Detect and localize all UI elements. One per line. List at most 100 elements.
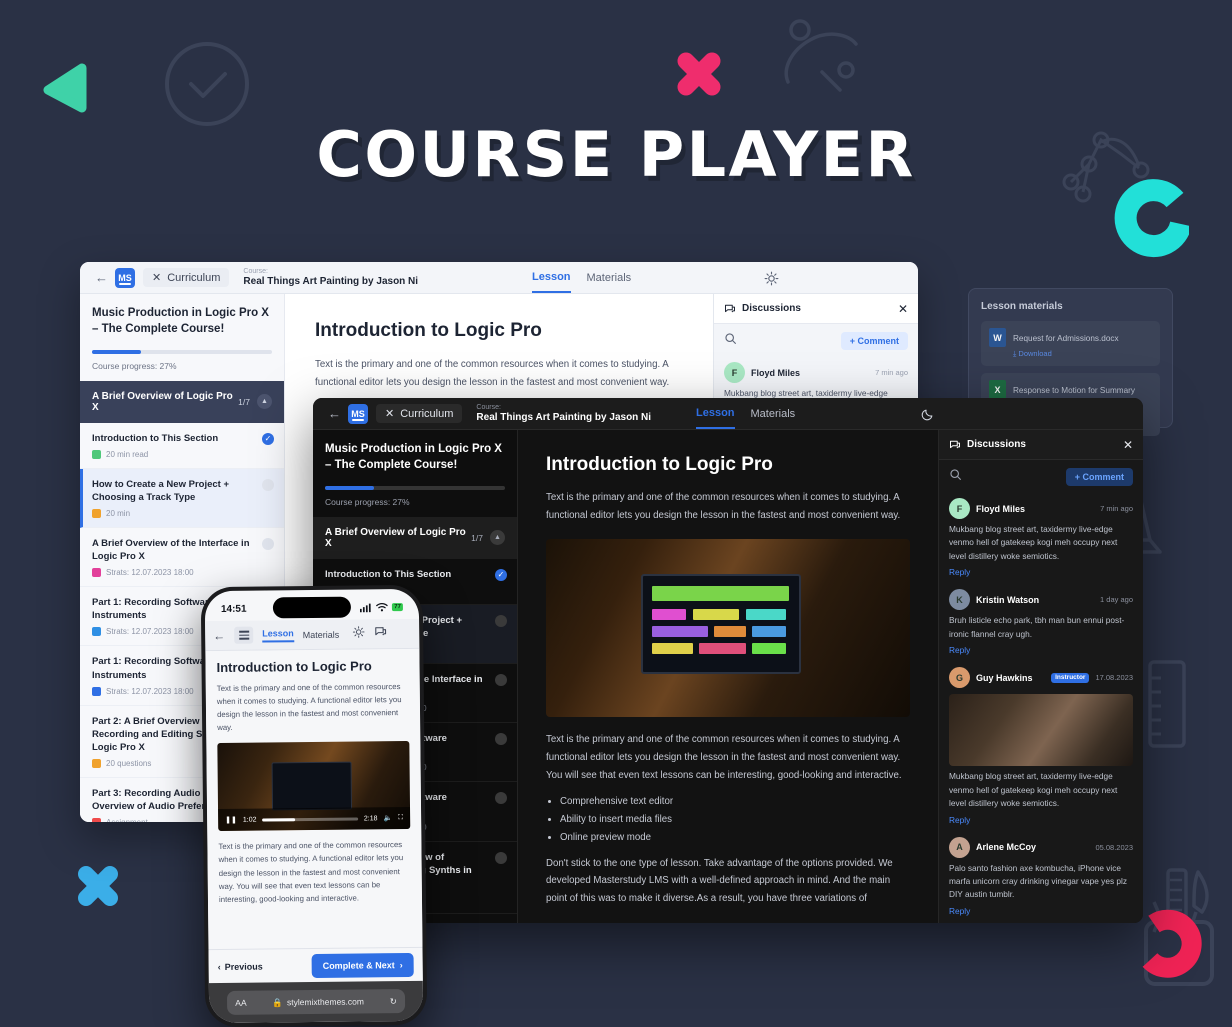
avatar[interactable]: G	[949, 667, 970, 689]
add-comment-button[interactable]: + Comment	[840, 332, 908, 350]
comment-body: Mukbang blog street art, taxidermy live-…	[949, 771, 1118, 809]
phone-screen: 14:51 77 ← Lesson Materials Introduction…	[204, 588, 424, 1024]
comment-item: K Kristin Watson 1 day ago Bruh listicle ec…	[939, 585, 1143, 663]
tab-lesson[interactable]: Lesson	[532, 262, 571, 293]
progress-fill	[325, 485, 374, 490]
search-icon[interactable]	[724, 332, 737, 350]
avatar[interactable]: F	[724, 362, 745, 383]
hamburger-icon[interactable]	[234, 626, 254, 644]
previous-button[interactable]: ‹ Previous	[218, 961, 263, 971]
lesson-feature-item: Online preview mode	[560, 829, 910, 847]
tab-lesson[interactable]: Lesson	[262, 627, 294, 643]
lesson-item[interactable]: Introduction to This Section 20 min read ✓	[80, 423, 284, 469]
lesson-item-meta: 20 min	[92, 509, 272, 519]
lesson-status-indicator[interactable]	[495, 733, 507, 746]
tab-materials[interactable]: Materials	[303, 629, 340, 639]
close-icon[interactable]: ✕	[1123, 438, 1133, 452]
lesson-status-indicator[interactable]	[262, 478, 274, 491]
lesson-status-indicator[interactable]	[495, 614, 507, 627]
lesson-item-meta-text: 20 min read	[106, 449, 149, 459]
comment-body: Mukbang blog street art, taxidermy live-…	[949, 524, 1118, 561]
lesson-status-indicator[interactable]: ✓	[495, 568, 507, 581]
text-size-button[interactable]: AA	[235, 998, 246, 1008]
lesson-item-title: Introduction to This Section	[325, 568, 452, 580]
section-meta: 1/7 ▲	[471, 530, 505, 546]
lesson-item[interactable]: A Brief Overview of the Interface in Log…	[80, 528, 284, 588]
masterstudy-logo-icon[interactable]: MS	[115, 267, 135, 288]
deco-x-pink	[677, 52, 721, 96]
lesson-status-indicator[interactable]	[495, 851, 507, 864]
masterstudy-logo-icon[interactable]: MS	[348, 403, 368, 424]
course-label: Course:	[476, 403, 501, 411]
reload-icon[interactable]: ↻	[390, 996, 397, 1007]
light-sidebar-header: Music Production in Logic Pro X – The Co…	[80, 294, 284, 381]
section-header[interactable]: A Brief Overview of Logic Pro X 1/7 ▲	[313, 516, 517, 559]
lesson-paragraph-bottom: Don't stick to the one type of lesson. T…	[546, 857, 893, 905]
lesson-item-title: A Brief Overview of the Interface in Log…	[92, 538, 250, 563]
tab-lesson[interactable]: Lesson	[696, 398, 735, 429]
comment-header: A Arlene McCoy 05.08.2023	[949, 836, 1133, 858]
pause-icon[interactable]: ❚❚	[225, 816, 237, 824]
tab-materials[interactable]: Materials	[751, 398, 796, 429]
url-text: stylemixthemes.com	[286, 996, 364, 1008]
chevron-up-icon[interactable]: ▲	[490, 530, 505, 546]
reply-link[interactable]: Reply	[949, 567, 1133, 577]
video-progress-slider[interactable]	[262, 817, 358, 822]
previous-label: Previous	[224, 961, 263, 972]
lesson-status-indicator[interactable]	[495, 792, 507, 805]
reply-link[interactable]: Reply	[949, 645, 1133, 655]
add-comment-button[interactable]: + Comment	[1065, 468, 1133, 486]
close-icon[interactable]: ✕	[898, 302, 908, 316]
fullscreen-icon[interactable]: ⛶	[398, 814, 403, 822]
complete-next-button[interactable]: Complete & Next ›	[311, 952, 414, 978]
lesson-feature-item: Ability to insert media files	[560, 811, 910, 829]
sun-icon[interactable]	[352, 625, 365, 643]
curriculum-button[interactable]: ✕ Curriculum	[143, 268, 230, 287]
material-item[interactable]: W Request for Admissions.docx ⤓ Download	[981, 321, 1160, 366]
dark-main-content: Introduction to Logic Pro Text is the pr…	[518, 430, 938, 923]
avatar[interactable]: F	[949, 498, 970, 519]
progress-fill	[92, 349, 141, 354]
comment-time: 7 min ago	[1100, 504, 1133, 513]
discussions-title: Discussions	[742, 303, 801, 314]
sun-icon[interactable]	[764, 271, 779, 291]
comment-header: F Floyd Miles 7 min ago	[724, 362, 908, 383]
chevron-right-icon: ›	[399, 959, 403, 970]
search-icon[interactable]	[949, 468, 962, 486]
download-link[interactable]: ⤓ Download	[1013, 349, 1119, 359]
lesson-video-player[interactable]: ❚❚ 1:02 2:18 🔈 ⛶	[217, 741, 411, 832]
dark-sidebar-header: Music Production in Logic Pro X – The Co…	[313, 430, 517, 517]
lesson-item[interactable]: How to Create a New Project + Choosing a…	[80, 468, 284, 529]
tab-materials[interactable]: Materials	[587, 262, 632, 293]
section-count: 1/7	[238, 396, 250, 407]
url-bar[interactable]: AA 🔒 stylemixthemes.com ↻	[227, 989, 405, 1015]
lesson-item-meta-text: Strats: 12.07.2023 18:00	[106, 627, 194, 637]
deco-x-blue	[78, 866, 118, 906]
chevron-left-icon: ‹	[217, 961, 221, 972]
discussions-header: Discussions ✕	[939, 430, 1143, 460]
reply-link[interactable]: Reply	[949, 906, 1133, 916]
chat-icon[interactable]	[374, 625, 387, 643]
materials-title: Lesson materials	[981, 301, 1063, 312]
lesson-status-indicator[interactable]	[262, 538, 274, 551]
avatar[interactable]: K	[949, 589, 970, 611]
course-name: Real Things Art Painting by Jason Ni	[243, 275, 419, 287]
lesson-status-indicator[interactable]: ✓	[262, 432, 274, 445]
reply-link[interactable]: Reply	[949, 815, 1133, 825]
progress-label: Course progress: 27%	[92, 360, 177, 371]
back-arrow-icon[interactable]: ←	[88, 270, 115, 285]
lock-icon: 🔒	[272, 996, 283, 1007]
discussions-toolbar: + Comment	[939, 460, 1143, 494]
back-arrow-icon[interactable]: ←	[321, 406, 348, 421]
curriculum-button[interactable]: ✕ Curriculum	[376, 404, 463, 423]
volume-icon[interactable]: 🔈	[383, 815, 392, 823]
avatar[interactable]: A	[949, 836, 970, 858]
course-label: Course:	[243, 267, 268, 275]
lesson-heading: Introduction to Logic Pro	[216, 658, 372, 676]
chevron-up-icon[interactable]: ▲	[257, 394, 272, 410]
back-arrow-icon[interactable]: ←	[213, 628, 225, 642]
section-header[interactable]: A Brief Overview of Logic Pro X 1/7 ▲	[80, 380, 284, 423]
moon-icon[interactable]	[921, 407, 935, 426]
lesson-feature-list: Comprehensive text editorAbility to inse…	[560, 793, 910, 847]
lesson-status-indicator[interactable]	[495, 674, 507, 687]
